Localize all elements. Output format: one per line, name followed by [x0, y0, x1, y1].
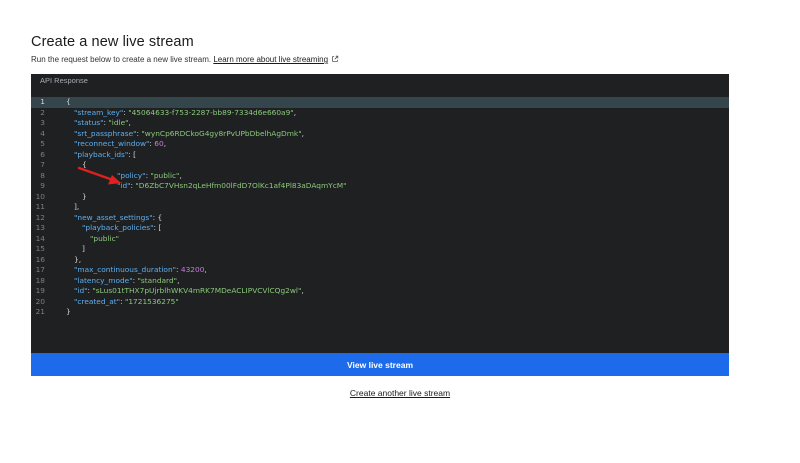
- line-text: "stream_key": "45064633-f753-2287-bb89-7…: [74, 107, 297, 117]
- code-line: 12 "new_asset_settings": {: [31, 213, 729, 224]
- learn-more-link[interactable]: Learn more about live streaming: [213, 55, 328, 64]
- line-text: },: [74, 254, 82, 264]
- line-text: "reconnect_window": 60,: [74, 139, 167, 148]
- line-number: 3: [40, 118, 45, 127]
- code-line: 13 "playback_policies": [: [31, 223, 729, 234]
- code-line: 5 "reconnect_window": 60,: [31, 139, 729, 150]
- line-number: 14: [35, 233, 45, 243]
- line-text: ],: [74, 202, 80, 211]
- code-line: 3 "status": "idle",: [31, 118, 729, 129]
- line-text: "playback_policies": [: [82, 223, 162, 232]
- code-line: 21}: [31, 307, 729, 318]
- view-live-stream-button[interactable]: View live stream: [31, 353, 729, 376]
- line-number: 16: [35, 254, 45, 264]
- line-text: "policy": "public",: [117, 170, 182, 180]
- line-text: ]: [82, 244, 85, 253]
- code-line: 7{: [31, 160, 729, 171]
- line-text: }: [82, 191, 87, 201]
- line-number: 6: [40, 149, 45, 159]
- code-line: 16},: [31, 255, 729, 266]
- code-line: 18 "latency_mode": "standard",: [31, 276, 729, 287]
- line-text: "id": "sLus01tTHX7pUjrblhWKV4mRK7MDeACLI…: [74, 286, 304, 295]
- line-number: 15: [35, 244, 45, 253]
- code-line: 1{: [31, 97, 729, 108]
- subtitle-text: Run the request below to create a new li…: [31, 55, 212, 64]
- code-line: 15]: [31, 244, 729, 255]
- code-line: 19 "id": "sLus01tTHX7pUjrblhWKV4mRK7MDeAC…: [31, 286, 729, 297]
- line-number: 12: [35, 212, 45, 222]
- line-number: 19: [35, 286, 45, 295]
- code-line: 9 "id": "D6ZbC7VHsn2qLeHfm00lFdD7OlKc1af4…: [31, 181, 729, 192]
- line-number: 13: [35, 223, 45, 232]
- external-link-icon: [331, 55, 339, 63]
- line-number: 17: [35, 265, 45, 274]
- line-number: 5: [40, 139, 45, 148]
- line-number: 10: [35, 191, 45, 201]
- code-line: 10}: [31, 192, 729, 203]
- another-link-row: Create another live stream: [0, 388, 800, 398]
- line-text: "latency_mode": "standard",: [74, 275, 180, 285]
- code-line: 2 "stream_key": "45064633-f753-2287-bb89-…: [31, 108, 729, 119]
- panel-header: API Response: [40, 76, 88, 85]
- page-subtitle: Run the request below to create a new li…: [31, 55, 339, 64]
- line-number: 2: [40, 107, 45, 117]
- api-response-panel: API Response 1{ 2 "stream_key": "45064633…: [31, 74, 729, 353]
- code-line: 20 "created_at": "1721536275": [31, 297, 729, 308]
- line-text: {: [66, 97, 71, 106]
- line-text: "status": "idle",: [74, 118, 131, 127]
- line-number: 18: [35, 275, 45, 285]
- code-line: 11],: [31, 202, 729, 213]
- line-number: 4: [40, 128, 45, 138]
- code-line: 17 "max_continuous_duration": 43200,: [31, 265, 729, 276]
- line-text: "max_continuous_duration": 43200,: [74, 265, 207, 274]
- line-number: 9: [40, 181, 45, 190]
- line-text: }: [66, 307, 71, 316]
- line-text: "id": "D6ZbC7VHsn2qLeHfm00lFdD7OlKc1af4P…: [117, 181, 347, 190]
- line-text: "new_asset_settings": {: [74, 212, 163, 222]
- line-text: "created_at": "1721536275": [74, 296, 179, 306]
- code-line: 8 "policy": "public",: [31, 171, 729, 182]
- code-line: 14 "public": [31, 234, 729, 245]
- create-another-live-stream-link[interactable]: Create another live stream: [350, 388, 450, 398]
- line-number: 20: [35, 296, 45, 306]
- code-line: 6 "playback_ids": [: [31, 150, 729, 161]
- line-number: 8: [40, 170, 45, 180]
- code-line: 4 "srt_passphrase": "wynCp6RDCkoG4gy8rPvU…: [31, 129, 729, 140]
- line-text: "playback_ids": [: [74, 149, 137, 159]
- code-block[interactable]: 1{ 2 "stream_key": "45064633-f753-2287-bb…: [31, 97, 729, 318]
- line-number: 7: [40, 160, 45, 169]
- line-number: 21: [35, 307, 45, 316]
- line-text: "public": [90, 233, 120, 243]
- line-number: 11: [35, 202, 45, 211]
- page-title: Create a new live stream: [31, 34, 194, 50]
- line-text: "srt_passphrase": "wynCp6RDCkoG4gy8rPvUP…: [74, 128, 304, 138]
- line-text: {: [82, 160, 87, 169]
- line-number: 1: [40, 97, 45, 106]
